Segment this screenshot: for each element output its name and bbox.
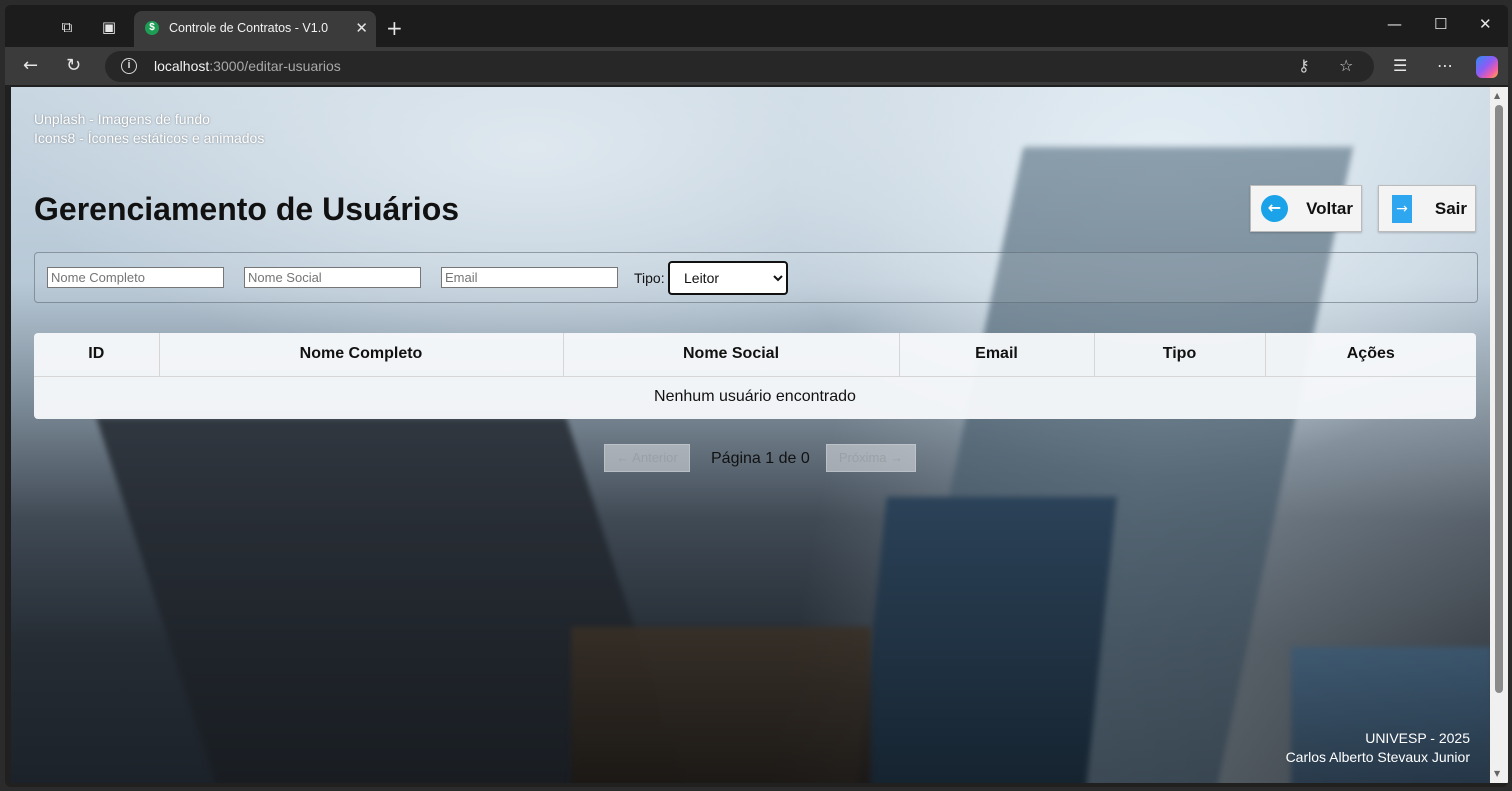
back-icon[interactable]: ← <box>23 55 38 76</box>
sair-button[interactable]: → Sair <box>1378 185 1476 232</box>
close-tab-icon[interactable]: ✕ <box>355 19 368 37</box>
background-building <box>855 497 1117 783</box>
page-scrollbar[interactable]: ▲ ▼ <box>1490 87 1508 783</box>
page-viewport: Unplash - Imagens de fundo Icons8 - Ícon… <box>11 87 1490 783</box>
sair-label: Sair <box>1434 199 1467 218</box>
image-credits: Unplash - Imagens de fundo Icons8 - Ícon… <box>34 110 264 148</box>
back-arrow-icon: ← <box>1261 195 1288 222</box>
refresh-icon[interactable]: ↻ <box>66 55 81 76</box>
table-row: Nenhum usuário encontrado <box>34 376 1476 418</box>
table-header-row: ID Nome Completo Nome Social Email Tipo … <box>34 333 1476 377</box>
tipo-label: Tipo: <box>634 270 665 286</box>
scroll-up-icon[interactable]: ▲ <box>1494 91 1500 100</box>
tab-active[interactable]: $ Controle de Contratos - V1.0 ✕ <box>134 11 376 47</box>
column-header-id: ID <box>34 333 160 377</box>
column-header-acoes: Ações <box>1265 333 1476 377</box>
footer-institution: UNIVESP - 2025 <box>1365 730 1470 746</box>
footer: UNIVESP - 2025 Carlos Alberto Stevaux Ju… <box>1286 729 1470 767</box>
tipo-select[interactable]: Leitor <box>668 261 788 295</box>
nome-completo-input[interactable] <box>47 267 224 288</box>
background-building <box>571 627 871 783</box>
vertical-tabs-icon[interactable]: ▣ <box>99 17 119 37</box>
maximize-icon[interactable]: ☐ <box>1434 15 1447 33</box>
credit-icons8: Icons8 - Ícones estáticos e animados <box>34 130 265 146</box>
new-tab-icon[interactable]: + <box>386 16 403 40</box>
tab-bar: ⧉ ▣ $ Controle de Contratos - V1.0 ✕ + —… <box>5 5 1508 47</box>
favorites-list-icon[interactable]: ☰ <box>1393 56 1407 75</box>
address-bar[interactable]: i localhost:3000/editar-usuarios ⚷ ☆ <box>105 51 1374 82</box>
key-icon[interactable]: ⚷ <box>1298 56 1310 75</box>
browser-window: ⧉ ▣ $ Controle de Contratos - V1.0 ✕ + —… <box>5 5 1508 787</box>
voltar-label: Voltar <box>1306 199 1353 218</box>
exit-door-icon: → <box>1392 195 1412 223</box>
scroll-down-icon[interactable]: ▼ <box>1494 769 1500 778</box>
empty-table-message: Nenhum usuário encontrado <box>654 388 856 406</box>
voltar-button[interactable]: ← Voltar <box>1250 185 1362 232</box>
dollar-favicon-icon: $ <box>145 21 159 35</box>
previous-page-button[interactable]: ← Anterior <box>604 444 690 472</box>
column-header-nome-completo: Nome Completo <box>159 333 564 377</box>
more-options-icon[interactable]: ⋯ <box>1437 56 1453 75</box>
credit-unsplash: Unplash - Imagens de fundo <box>34 111 210 127</box>
page-indicator: Página 1 de 0 <box>711 450 810 467</box>
favorite-star-icon[interactable]: ☆ <box>1339 56 1353 75</box>
browser-toolbar: ← ↻ i localhost:3000/editar-usuarios ⚷ ☆… <box>5 47 1508 85</box>
tab-title: Controle de Contratos - V1.0 <box>169 21 329 35</box>
footer-author: Carlos Alberto Stevaux Junior <box>1285 749 1470 765</box>
nome-social-input[interactable] <box>244 267 421 288</box>
next-page-button[interactable]: Próxima → <box>826 444 916 472</box>
url-text[interactable]: localhost:3000/editar-usuarios <box>154 58 341 74</box>
close-window-icon[interactable]: ✕ <box>1479 15 1492 33</box>
column-header-tipo: Tipo <box>1094 333 1266 377</box>
filter-bar: Tipo: Leitor <box>34 252 1478 303</box>
page-title: Gerenciamento de Usuários <box>34 191 460 227</box>
workspaces-icon[interactable]: ⧉ <box>57 17 77 37</box>
scrollbar-thumb[interactable] <box>1495 105 1503 693</box>
email-input[interactable] <box>441 267 618 288</box>
copilot-icon[interactable] <box>1476 56 1498 78</box>
column-header-nome-social: Nome Social <box>563 333 900 377</box>
users-table: ID Nome Completo Nome Social Email Tipo … <box>34 333 1476 419</box>
minimize-icon[interactable]: — <box>1387 15 1402 33</box>
site-info-icon[interactable]: i <box>121 58 137 74</box>
column-header-email: Email <box>899 333 1095 377</box>
